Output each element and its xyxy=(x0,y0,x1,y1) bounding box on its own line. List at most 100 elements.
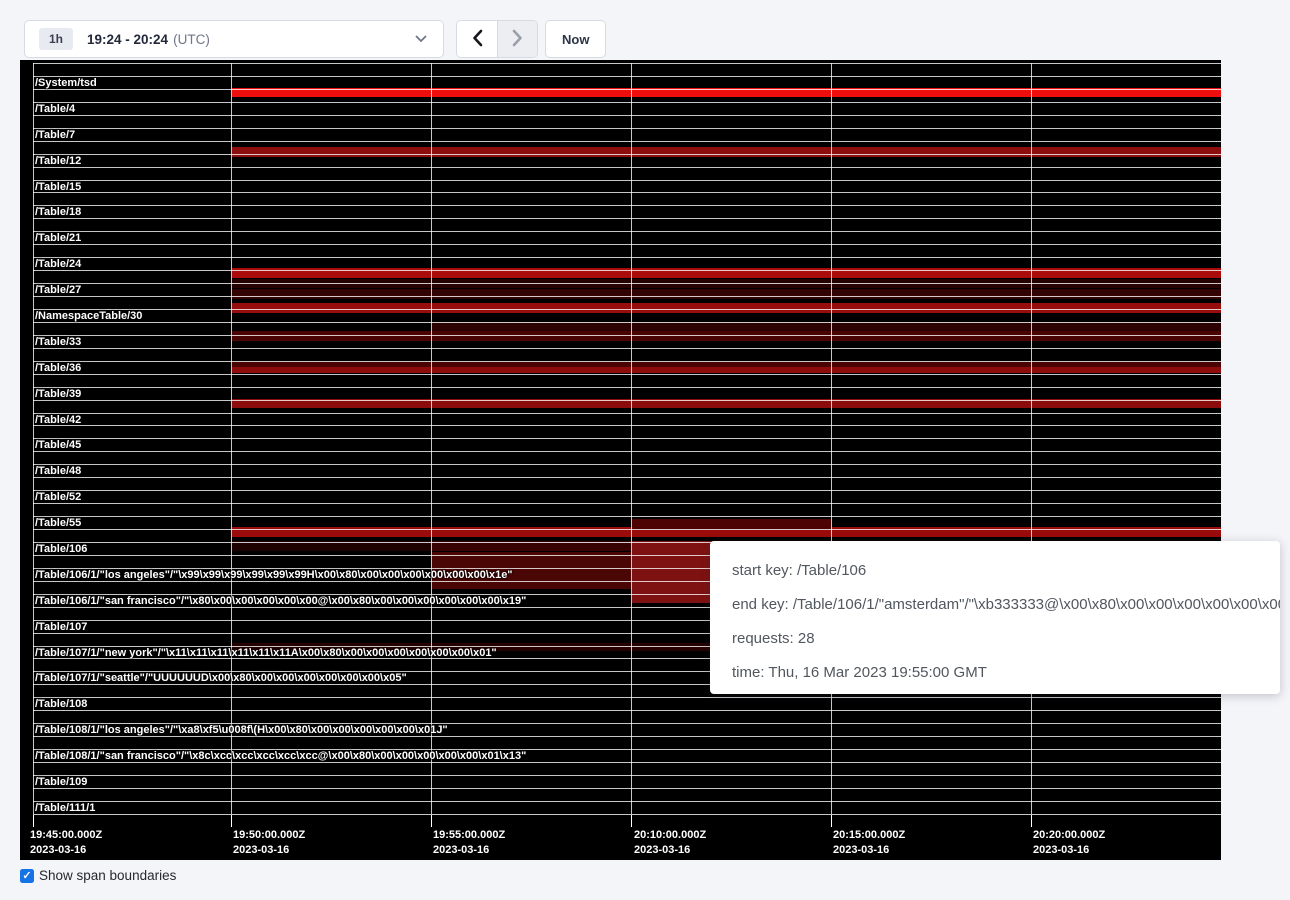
x-axis-tick xyxy=(231,815,232,827)
row-label: /Table/52 xyxy=(35,491,81,504)
row-label: /Table/48 xyxy=(35,465,81,478)
timezone-label: (UTC) xyxy=(173,32,210,47)
x-axis-tick xyxy=(1031,815,1032,827)
time-range-selector[interactable]: 1h 19:24 - 20:24 (UTC) xyxy=(24,20,444,58)
span-boundary-line xyxy=(33,387,1221,388)
span-boundary-line xyxy=(33,283,1221,284)
span-boundaries-checkbox[interactable]: ✓ xyxy=(20,869,34,883)
span-boundary-line xyxy=(33,438,1221,439)
time-bucket-line xyxy=(1031,63,1032,814)
row-label: /Table/36 xyxy=(35,362,81,375)
duration-badge: 1h xyxy=(39,28,73,50)
x-axis-tick xyxy=(431,815,432,827)
time-range-label: 19:24 - 20:24 xyxy=(87,32,168,47)
row-label: /Table/109 xyxy=(35,776,87,789)
x-axis-time: 20:10:00.000Z xyxy=(634,828,706,843)
span-boundary-line xyxy=(33,270,1221,271)
chevron-left-icon xyxy=(472,29,483,50)
row-label: /Table/55 xyxy=(35,517,81,530)
heatmap-band[interactable] xyxy=(232,303,1221,313)
span-boundary-line xyxy=(33,801,1221,802)
span-boundary-line xyxy=(33,503,1221,504)
time-bucket-line xyxy=(831,63,832,814)
tooltip-start-key: start key: /Table/106 xyxy=(732,554,1280,588)
span-boundary-line xyxy=(33,205,1221,206)
row-label: /Table/27 xyxy=(35,284,81,297)
time-bucket-line xyxy=(33,63,34,814)
row-label: /Table/18 xyxy=(35,206,81,219)
row-label: /Table/45 xyxy=(35,439,81,452)
span-boundary-line xyxy=(33,218,1221,219)
row-label: /Table/108/1/"san francisco"/"\x8c\xcc\x… xyxy=(35,750,526,763)
time-bucket-line xyxy=(231,63,232,814)
x-axis-label: 20:20:00.000Z2023-03-16 xyxy=(1033,828,1105,858)
span-boundary-line xyxy=(33,413,1221,414)
row-label: /Table/111/1 xyxy=(35,802,95,815)
row-label: /Table/12 xyxy=(35,155,81,168)
span-boundary-line xyxy=(33,400,1221,401)
span-boundary-line xyxy=(33,710,1221,711)
x-axis-label: 19:55:00.000Z2023-03-16 xyxy=(433,828,505,858)
span-boundary-line xyxy=(33,490,1221,491)
hover-tooltip: start key: /Table/106 end key: /Table/10… xyxy=(710,541,1280,694)
key-visualizer-page: 1h 19:24 - 20:24 (UTC) Now /System/tsd/T… xyxy=(0,0,1290,900)
row-label: /Table/106/1/"los angeles"/"\x99\x99\x99… xyxy=(35,569,513,582)
now-button[interactable]: Now xyxy=(545,20,606,58)
row-label: /Table/107/1/"seattle"/"UUUUUUD\x00\x80\… xyxy=(35,672,407,685)
prev-interval-button[interactable] xyxy=(457,21,497,57)
x-axis-tick xyxy=(831,815,832,827)
row-label: /Table/4 xyxy=(35,103,75,116)
span-boundary-line xyxy=(33,89,1221,90)
x-axis-label: 19:50:00.000Z2023-03-16 xyxy=(233,828,305,858)
x-axis-date: 2023-03-16 xyxy=(634,843,706,858)
span-boundary-line xyxy=(33,788,1221,789)
span-boundary-line xyxy=(33,322,1221,323)
row-label: /Table/24 xyxy=(35,258,81,271)
chevron-right-icon xyxy=(512,29,523,50)
heatmap-band[interactable] xyxy=(232,331,1221,341)
span-boundary-line xyxy=(33,115,1221,116)
next-interval-button[interactable] xyxy=(497,21,537,57)
row-label: /Table/7 xyxy=(35,129,75,142)
keyvis-canvas[interactable]: /System/tsd/Table/4/Table/7/Table/12/Tab… xyxy=(20,60,1221,860)
heatmap-band[interactable] xyxy=(232,147,1221,157)
x-axis-date: 2023-03-16 xyxy=(833,843,905,858)
x-axis-time: 19:45:00.000Z xyxy=(30,828,102,843)
span-boundary-line xyxy=(33,529,1221,530)
x-axis-tick xyxy=(631,815,632,827)
row-label: /Table/42 xyxy=(35,414,81,427)
row-label: /Table/108 xyxy=(35,698,87,711)
row-label: /Table/107/1/"new york"/"\x11\x11\x11\x1… xyxy=(35,647,497,660)
row-label: /NamespaceTable/30 xyxy=(35,310,142,323)
x-axis-time: 19:50:00.000Z xyxy=(233,828,305,843)
row-label: /Table/33 xyxy=(35,336,81,349)
tooltip-end-key: end key: /Table/106/1/"amsterdam"/"\xb33… xyxy=(732,588,1280,622)
span-boundary-line xyxy=(33,477,1221,478)
span-boundary-line xyxy=(33,154,1221,155)
heatmap-band[interactable] xyxy=(232,289,1221,299)
span-boundary-line xyxy=(33,296,1221,297)
heatmap-band[interactable] xyxy=(432,322,1221,331)
span-boundary-line xyxy=(33,63,1221,64)
span-boundary-line xyxy=(33,76,1221,77)
time-nav-group xyxy=(456,20,538,58)
span-boundary-line xyxy=(33,814,1221,815)
span-boundary-line xyxy=(33,361,1221,362)
heatmap-band[interactable] xyxy=(232,367,1221,373)
span-boundary-line xyxy=(33,374,1221,375)
span-boundary-line xyxy=(33,335,1221,336)
row-label: /Table/21 xyxy=(35,232,81,245)
span-boundaries-control: ✓ Show span boundaries xyxy=(20,868,176,883)
x-axis-time: 20:15:00.000Z xyxy=(833,828,905,843)
span-boundary-line xyxy=(33,516,1221,517)
x-axis-label: 20:10:00.000Z2023-03-16 xyxy=(634,828,706,858)
span-boundary-line xyxy=(33,348,1221,349)
x-axis-time: 19:55:00.000Z xyxy=(433,828,505,843)
row-label: /Table/108/1/"los angeles"/"\xa8\xf5\u00… xyxy=(35,724,448,737)
chevron-down-icon xyxy=(415,35,427,43)
x-axis-tick xyxy=(33,815,34,827)
span-boundary-line xyxy=(33,128,1221,129)
span-boundary-line xyxy=(33,231,1221,232)
x-axis-time: 20:20:00.000Z xyxy=(1033,828,1105,843)
row-label: /Table/106/1/"san francisco"/"\x80\x00\x… xyxy=(35,595,526,608)
